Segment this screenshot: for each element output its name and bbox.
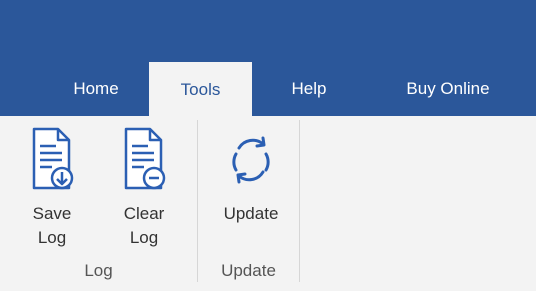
save-log-label: Save Log (32, 204, 72, 247)
save-log-icon (32, 127, 74, 190)
tab-tools[interactable]: Tools (149, 62, 252, 118)
refresh-icon (232, 136, 270, 184)
group-separator (197, 120, 198, 282)
clear-log-icon (124, 127, 166, 190)
tab-home[interactable]: Home (48, 62, 144, 116)
tab-help[interactable]: Help (270, 62, 348, 116)
update-button[interactable]: Update (206, 126, 296, 256)
group-label-log: Log (84, 261, 113, 280)
group-label-update: Update (221, 261, 276, 280)
clear-log-label: Clear Log (123, 204, 165, 247)
group-separator (299, 120, 300, 282)
tab-buy-online[interactable]: Buy Online (376, 62, 520, 116)
save-log-button[interactable]: Save Log (22, 126, 82, 256)
clear-log-button[interactable]: Clear Log (100, 126, 188, 256)
update-label: Update (223, 204, 279, 223)
